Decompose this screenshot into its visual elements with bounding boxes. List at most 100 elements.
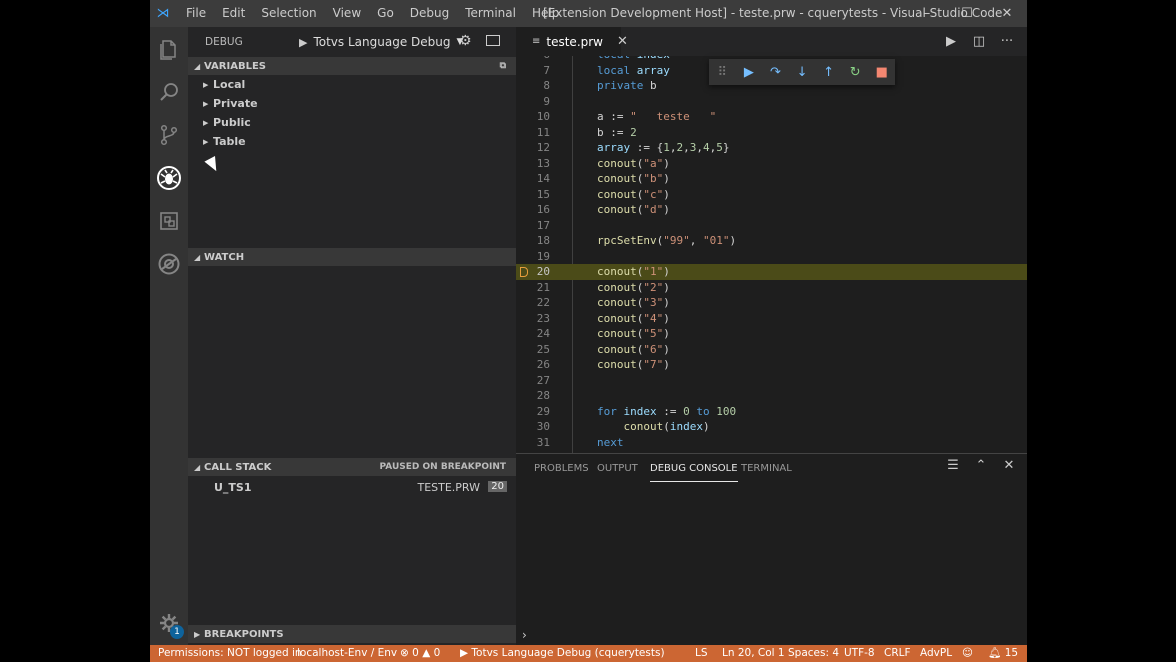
drag-handle-icon[interactable]: ⠿ (709, 65, 736, 80)
line-number[interactable]: 9 (516, 94, 550, 110)
line-number[interactable]: 24 (516, 326, 550, 342)
line-number[interactable]: 28 (516, 388, 550, 404)
code-line[interactable]: 18 rpcSetEnv("99", "01") (516, 233, 1027, 249)
code-line[interactable]: 30 conout(index) (516, 419, 1027, 435)
continue-icon[interactable]: ▶ (736, 65, 763, 80)
line-number[interactable]: 18 (516, 233, 550, 249)
collapse-all-icon[interactable]: ⧉ (500, 61, 506, 71)
tab-teste-prw[interactable]: ≡ teste.prw ✕ (516, 27, 628, 56)
maximize-panel-icon[interactable]: ⌃ (967, 458, 995, 473)
line-number[interactable]: 26 (516, 357, 550, 373)
feedback-smiley-icon[interactable]: ☺ (962, 645, 973, 662)
variable-scope-local[interactable]: ▶ Local (203, 75, 245, 94)
status-notifications[interactable]: 🔔︎ 15 (988, 645, 1018, 662)
code-line[interactable]: 20 conout("1") (516, 264, 1027, 280)
status-problems[interactable]: ⊗ 0 ▲ 0 (400, 645, 440, 662)
call-stack-section-header[interactable]: ◢ CALL STACK PAUSED ON BREAKPOINT (188, 458, 516, 476)
menu-terminal[interactable]: Terminal (457, 0, 524, 27)
code-line[interactable]: 29 for index := 0 to 100 (516, 404, 1027, 420)
run-icon[interactable]: ▶ (937, 34, 965, 49)
code-line[interactable]: 14 conout("b") (516, 171, 1027, 187)
step-out-icon[interactable]: ↑ (815, 65, 842, 80)
tab-problems[interactable]: PROBLEMS (534, 454, 589, 484)
status-encoding[interactable]: UTF-8 (844, 645, 875, 662)
line-number[interactable]: 12 (516, 140, 550, 156)
code-line[interactable]: 27 (516, 373, 1027, 389)
extensions-icon[interactable] (150, 201, 188, 241)
step-into-icon[interactable]: ↓ (789, 65, 816, 80)
line-number[interactable]: 25 (516, 342, 550, 358)
variables-section-header[interactable]: ◢ VARIABLES ⧉ (188, 57, 516, 75)
code-line[interactable]: 17 (516, 218, 1027, 234)
step-over-icon[interactable]: ↷ (762, 65, 789, 80)
stop-icon[interactable]: ■ (868, 65, 895, 80)
tab-debug-console[interactable]: DEBUG CONSOLE (650, 454, 738, 482)
restart-icon[interactable]: ↻ (842, 65, 869, 80)
clear-console-icon[interactable]: ☰ (939, 458, 967, 473)
variable-scope-public[interactable]: ▶ Public (203, 113, 251, 132)
line-number[interactable]: 27 (516, 373, 550, 389)
code-line[interactable]: 28 (516, 388, 1027, 404)
code-line[interactable]: 11 b := 2 (516, 125, 1027, 141)
maximize-button[interactable]: ☐ (947, 0, 987, 27)
line-number[interactable]: 16 (516, 202, 550, 218)
code-line[interactable]: 10 a := " teste " (516, 109, 1027, 125)
tab-output[interactable]: OUTPUT (597, 454, 638, 484)
close-icon[interactable]: ✕ (617, 34, 628, 49)
line-number[interactable]: 11 (516, 125, 550, 141)
gear-icon[interactable]: ⚙ (459, 33, 472, 49)
watch-section-header[interactable]: ◢ WATCH (188, 248, 516, 266)
more-actions-icon[interactable]: ··· (993, 34, 1021, 49)
remote-icon[interactable] (150, 244, 188, 284)
menu-debug[interactable]: Debug (402, 0, 457, 27)
explorer-icon[interactable] (150, 29, 188, 69)
line-number[interactable]: 23 (516, 311, 550, 327)
code-line[interactable]: 24 conout("5") (516, 326, 1027, 342)
code-line[interactable]: 12 array := {1,2,3,4,5} (516, 140, 1027, 156)
tab-terminal[interactable]: TERMINAL (741, 454, 792, 484)
start-debugging-icon[interactable]: ▶ (299, 36, 307, 49)
line-number[interactable]: 29 (516, 404, 550, 420)
line-number[interactable]: 19 (516, 249, 550, 265)
debug-icon[interactable] (150, 158, 188, 198)
menu-edit[interactable]: Edit (214, 0, 253, 27)
code-line[interactable]: 16 conout("d") (516, 202, 1027, 218)
minimize-button[interactable]: – (907, 0, 947, 27)
stack-frame[interactable]: U_TS1 TESTE.PRW 20 (188, 479, 516, 498)
line-number[interactable]: 21 (516, 280, 550, 296)
menu-view[interactable]: View (325, 0, 369, 27)
code-line[interactable]: 21 conout("2") (516, 280, 1027, 296)
status-environment[interactable]: localhost-Env / Env (297, 645, 397, 662)
variable-scope-private[interactable]: ▶ Private (203, 94, 258, 113)
source-control-icon[interactable] (150, 115, 188, 155)
debug-configuration-select[interactable]: Totvs Language Debug (313, 35, 450, 49)
status-eol[interactable]: CRLF (884, 645, 911, 662)
code-line[interactable]: 19 (516, 249, 1027, 265)
code-line[interactable]: 26 conout("7") (516, 357, 1027, 373)
search-icon[interactable] (150, 72, 188, 112)
line-number[interactable]: 8 (516, 78, 550, 94)
line-number[interactable]: 30 (516, 419, 550, 435)
line-number[interactable]: 13 (516, 156, 550, 172)
debug-console-icon[interactable] (486, 35, 500, 46)
code-line[interactable]: 15 conout("c") (516, 187, 1027, 203)
split-editor-icon[interactable]: ◫ (965, 34, 993, 49)
line-number[interactable]: 22 (516, 295, 550, 311)
status-spaces[interactable]: Spaces: 4 (788, 645, 839, 662)
breakpoints-section-header[interactable]: ▶ BREAKPOINTS (188, 625, 516, 643)
line-number[interactable]: 17 (516, 218, 550, 234)
status-language[interactable]: AdvPL (920, 645, 952, 662)
line-number[interactable]: 31 (516, 435, 550, 451)
line-number[interactable]: 10 (516, 109, 550, 125)
line-number[interactable]: 7 (516, 63, 550, 79)
menu-selection[interactable]: Selection (253, 0, 324, 27)
line-number[interactable]: 14 (516, 171, 550, 187)
status-ls[interactable]: LS (695, 645, 708, 662)
code-line[interactable]: 31 next (516, 435, 1027, 451)
status-permissions[interactable]: Permissions: NOT logged in (158, 645, 302, 662)
code-line[interactable]: 23 conout("4") (516, 311, 1027, 327)
menu-go[interactable]: Go (369, 0, 402, 27)
close-panel-icon[interactable]: ✕ (995, 458, 1023, 473)
code-line[interactable]: 25 conout("6") (516, 342, 1027, 358)
console-prompt-icon[interactable]: › (522, 628, 527, 642)
